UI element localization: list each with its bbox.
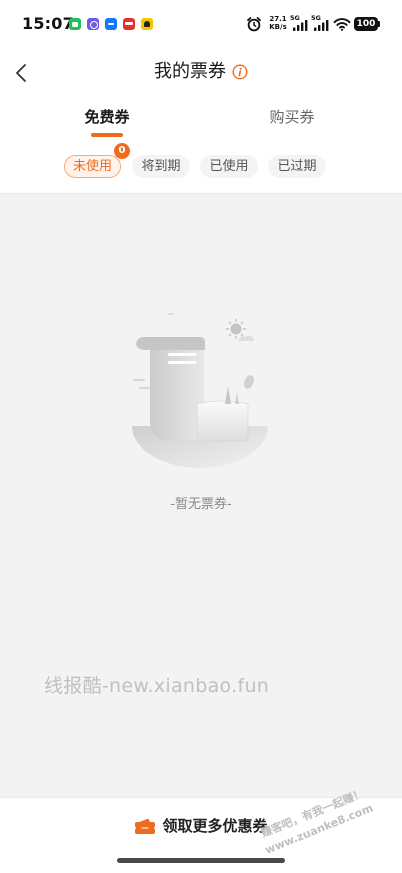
status-bar: 15:07 27.1 KB/s 5G 5G 100 <box>0 0 402 48</box>
empty-state-message: -暂无票券- <box>170 497 232 512</box>
status-time: 15:07 <box>22 14 74 33</box>
signal-sim2: 5G <box>311 15 330 32</box>
signal-bars-icon <box>314 20 329 31</box>
battery-indicator: 100 <box>354 17 378 31</box>
yellow-app-icon <box>141 18 153 30</box>
illustration-card <box>196 400 249 442</box>
coupon-list-area[interactable] <box>0 193 402 797</box>
filter-used[interactable]: 已使用 <box>200 155 258 178</box>
unused-count-badge: 0 <box>114 143 130 159</box>
battery-terminal <box>378 21 380 27</box>
home-indicator[interactable] <box>117 858 285 863</box>
filter-expiring-soon[interactable]: 将到期 <box>132 155 190 178</box>
illustration-plants <box>225 375 254 404</box>
wifi-icon <box>333 18 351 31</box>
network-speed: 27.1 KB/s <box>267 15 289 31</box>
alarm-clock-icon <box>247 17 261 32</box>
filter-expired[interactable]: 已过期 <box>268 155 326 178</box>
watermark-center: 线报酷-new.xianbao.fun <box>44 675 270 697</box>
network-speed-value: 27.1 <box>269 15 287 23</box>
blue-pay-icon <box>105 18 117 30</box>
info-circle-glyph <box>232 64 248 80</box>
signal-sim1: 5G <box>290 15 309 32</box>
info-icon[interactable] <box>232 64 248 80</box>
illustration-sun <box>225 318 247 340</box>
network-speed-unit: KB/s <box>269 23 287 31</box>
tab-free-coupons[interactable]: 免费券 <box>57 105 157 129</box>
purple-app-icon <box>87 18 99 30</box>
ticket-icon <box>134 817 156 835</box>
signal-bars-icon <box>293 20 308 31</box>
red-app-icon <box>123 18 135 30</box>
green-message-icon <box>69 18 81 30</box>
filter-unused[interactable]: 未使用 <box>64 155 121 178</box>
header-title-group: 我的票券 <box>0 59 402 85</box>
tab-purchased-coupons[interactable]: 购买券 <box>242 105 342 129</box>
empty-ticket-scroll-illustration <box>132 313 268 468</box>
claim-more-coupons-label: 领取更多优惠券 <box>162 817 268 835</box>
active-tab-indicator <box>91 133 123 137</box>
page-title: 我的票券 <box>154 61 226 82</box>
claim-more-coupons-button[interactable]: 领取更多优惠券 <box>0 812 402 840</box>
ticket-glyph <box>135 818 156 834</box>
